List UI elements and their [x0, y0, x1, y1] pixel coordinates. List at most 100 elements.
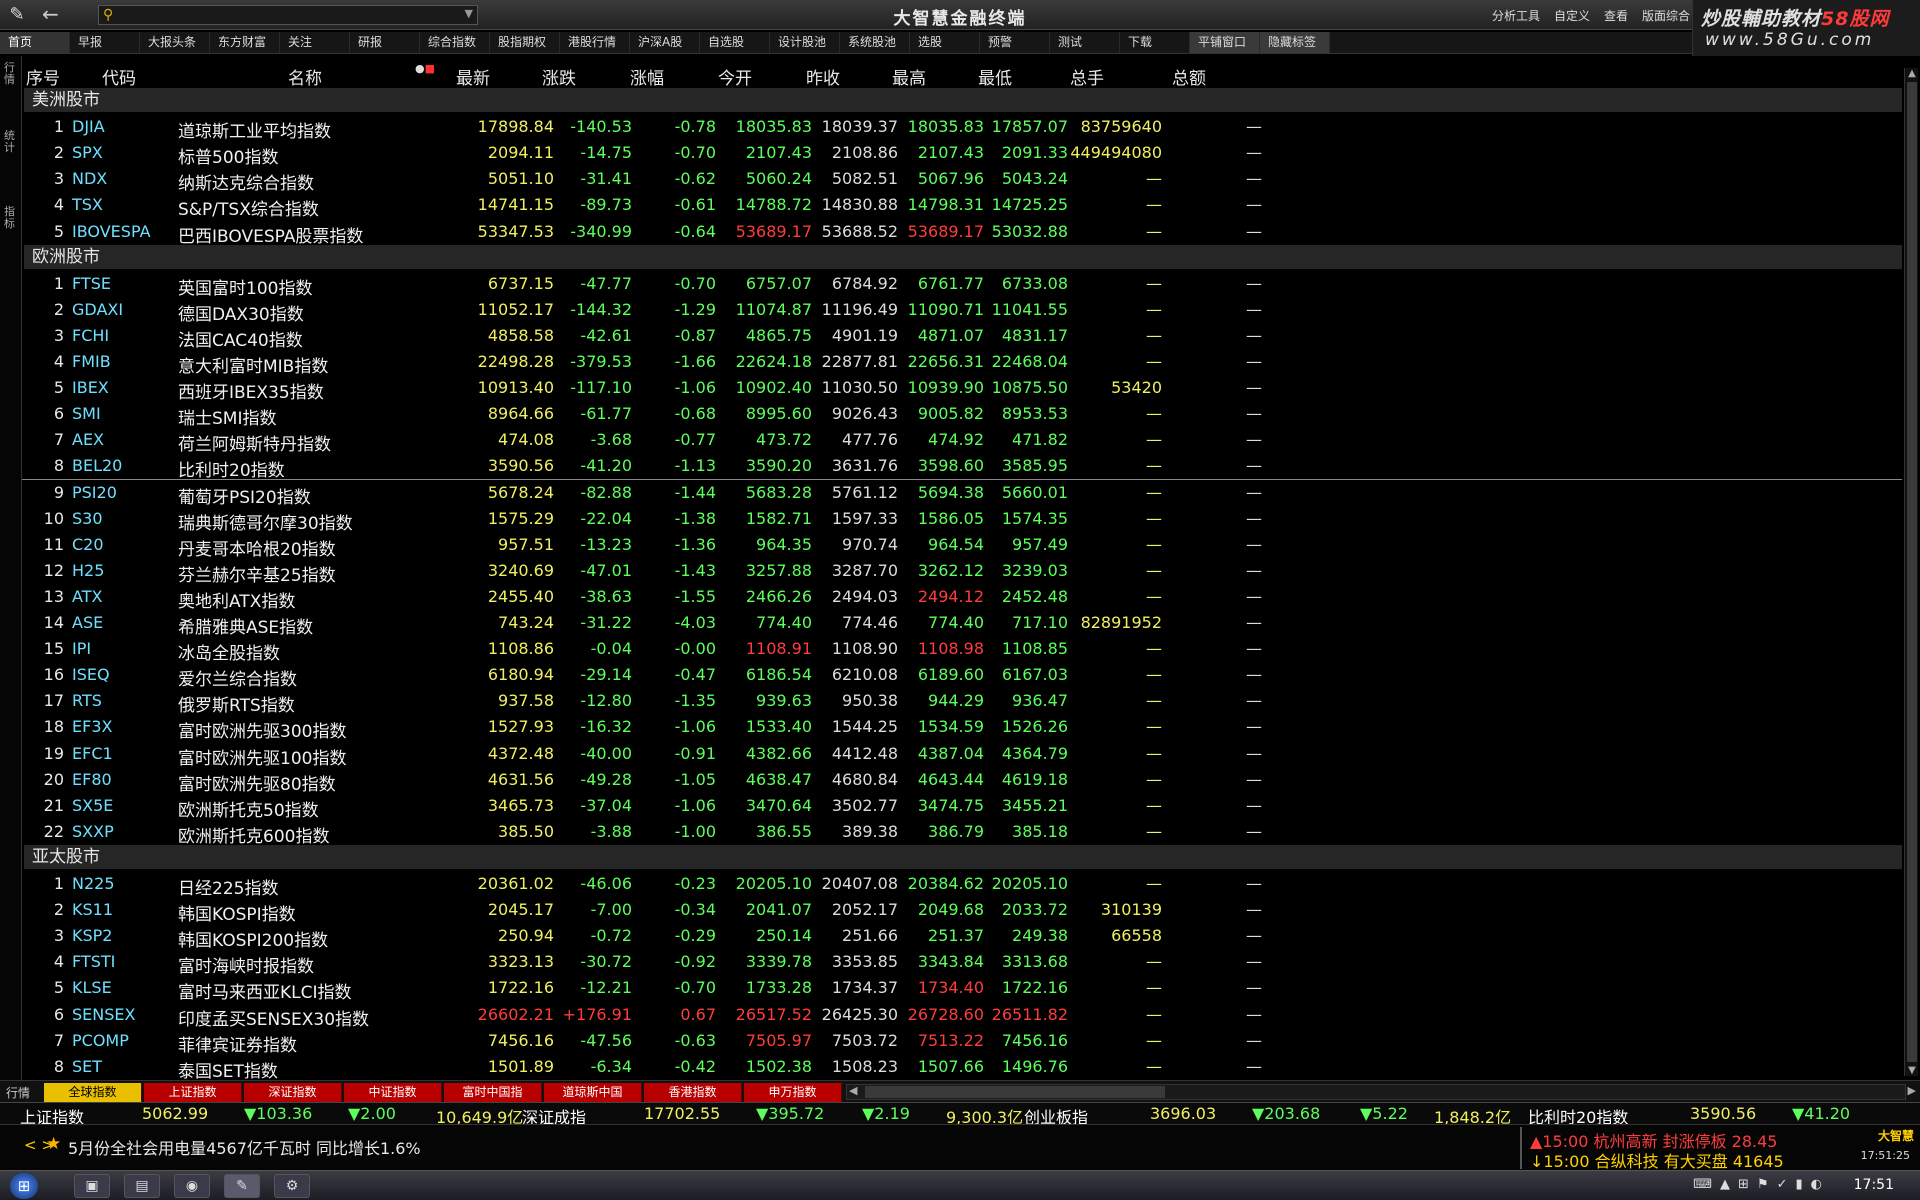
row-code[interactable]: EF80	[72, 770, 112, 789]
table-row[interactable]: 12 H25 芬兰赫尔辛基25指数 3240.69 -47.01 -1.43 3257.88…	[22, 558, 1902, 586]
tab-10[interactable]: 自选股	[700, 32, 770, 53]
back-arrow-icon[interactable]: ←	[42, 3, 59, 25]
left-tab-quotes[interactable]: 行情	[4, 62, 18, 86]
row-code[interactable]: N225	[72, 874, 115, 893]
row-code[interactable]: ASE	[72, 613, 103, 632]
menu-analysis-tools[interactable]: 分析工具	[1492, 7, 1540, 24]
row-code[interactable]: SXXP	[72, 822, 114, 841]
table-row[interactable]: 22 SXXP 欧洲斯托克600指数 385.50 -3.88 -1.00 386.55 38…	[22, 819, 1902, 847]
row-code[interactable]: IBOVESPA	[72, 222, 151, 241]
table-row[interactable]: 8 SET 泰国SET指数 1501.89 -6.34 -0.42 1502.38 1508.…	[22, 1054, 1902, 1082]
row-name[interactable]: 菲律宾证券指数	[178, 1031, 297, 1056]
row-code[interactable]: C20	[72, 535, 104, 554]
col-header-open[interactable]: 今开	[718, 64, 752, 89]
bottom-tab-1[interactable]: 上证指数	[144, 1083, 242, 1102]
start-button[interactable]: ⊞	[10, 1173, 38, 1199]
table-row[interactable]: 19 EFC1 富时欧洲先驱100指数 4372.48 -40.00 -0.91 4382.…	[22, 741, 1902, 769]
table-row[interactable]: 7 PCOMP 菲律宾证券指数 7456.16 -47.56 -0.63 7505.97 75…	[22, 1028, 1902, 1056]
col-header-prev[interactable]: 昨收	[806, 64, 840, 89]
row-name[interactable]: 标普500指数	[178, 143, 278, 168]
row-name[interactable]: 丹麦哥本哈根20指数	[178, 535, 336, 560]
tab-5[interactable]: 研报	[350, 32, 420, 53]
menu-layout[interactable]: 版面综合	[1642, 7, 1690, 24]
table-row[interactable]: 17 RTS 俄罗斯RTS指数 937.58 -12.80 -1.35 939.63 950.…	[22, 688, 1902, 716]
row-code[interactable]: FCHI	[72, 326, 109, 345]
row-name[interactable]: 意大利富时MIB指数	[178, 352, 328, 377]
left-tab-indicators[interactable]: 指标	[4, 206, 18, 230]
row-name[interactable]: 西班牙IBEX35指数	[178, 378, 324, 403]
table-row[interactable]: 1 DJIA 道琼斯工业平均指数 17898.84 -140.53 -0.78 18035.…	[22, 114, 1902, 142]
table-row[interactable]: 4 FMIB 意大利富时MIB指数 22498.28 -379.53 -1.66 22624…	[22, 349, 1902, 377]
tab-6[interactable]: 综合指数	[420, 32, 490, 53]
table-row[interactable]: 6 SMI 瑞士SMI指数 8964.66 -61.77 -0.68 8995.60 9026…	[22, 401, 1902, 429]
row-name[interactable]: 富时马来西亚KLCI指数	[178, 978, 352, 1003]
row-name[interactable]: 奥地利ATX指数	[178, 587, 295, 612]
col-header-volume[interactable]: 总手	[1070, 64, 1104, 89]
row-name[interactable]: 瑞士SMI指数	[178, 404, 276, 429]
alert-item[interactable]: ↓15:00 合纵科技 有大买盘 41645	[1530, 1148, 1784, 1172]
row-name[interactable]: 英国富时100指数	[178, 274, 312, 299]
table-row[interactable]: 8 BEL20 比利时20指数 3590.56 -41.20 -1.13 3590.20 36…	[22, 453, 1902, 481]
table-row[interactable]: 2 SPX 标普500指数 2094.11 -14.75 -0.70 2107.43 2108…	[22, 140, 1902, 168]
row-name[interactable]: 纳斯达克综合指数	[178, 169, 314, 194]
row-name[interactable]: S&P/TSX综合指数	[178, 195, 319, 220]
row-name[interactable]: 爱尔兰综合指数	[178, 665, 297, 690]
tab-2[interactable]: 大报头条	[140, 32, 210, 53]
row-name[interactable]: 欧洲斯托克600指数	[178, 822, 329, 847]
row-code[interactable]: ATX	[72, 587, 102, 606]
table-row[interactable]: 5 KLSE 富时马来西亚KLCI指数 1722.16 -12.21 -0.70 1733.…	[22, 975, 1902, 1003]
tab-16[interactable]: 下载	[1120, 32, 1190, 53]
row-code[interactable]: PCOMP	[72, 1031, 129, 1050]
col-header-name[interactable]: 名称	[288, 64, 322, 89]
table-row[interactable]: 2 GDAXI 德国DAX30指数 11052.17 -144.32 -1.29 11074…	[22, 297, 1902, 325]
table-row[interactable]: 4 FTSTI 富时海峡时报指数 3323.13 -30.72 -0.92 3339.78 3…	[22, 949, 1902, 977]
table-row[interactable]: 21 SX5E 欧洲斯托克50指数 3465.73 -37.04 -1.06 3470.64…	[22, 793, 1902, 821]
bottom-tab-3[interactable]: 中证指数	[344, 1083, 442, 1102]
chevron-down-icon[interactable]: ▼	[465, 7, 473, 20]
table-row[interactable]: 3 FCHI 法国CAC40指数 4858.58 -42.61 -0.87 4865.75 4…	[22, 323, 1902, 351]
hscroll-thumb[interactable]	[865, 1086, 1165, 1098]
row-code[interactable]: BEL20	[72, 456, 122, 475]
tab-15[interactable]: 测试	[1050, 32, 1120, 53]
row-name[interactable]: 道琼斯工业平均指数	[178, 117, 331, 142]
table-row[interactable]: 3 KSP2 韩国KOSPI200指数 250.94 -0.72 -0.29 250.14 2…	[22, 923, 1902, 951]
section-header[interactable]: 亚太股市	[24, 845, 1902, 869]
row-name[interactable]: 富时欧洲先驱300指数	[178, 717, 346, 742]
taskbar-app-icon[interactable]: ✎	[224, 1174, 260, 1198]
tab-18[interactable]: 隐藏标签	[1260, 32, 1330, 53]
row-code[interactable]: ISEQ	[72, 665, 110, 684]
col-header-change[interactable]: 涨跌	[542, 64, 576, 89]
row-code[interactable]: AEX	[72, 430, 104, 449]
table-row[interactable]: 20 EF80 富时欧洲先驱80指数 4631.56 -49.28 -1.05 4638.4…	[22, 767, 1902, 795]
row-name[interactable]: 泰国SET指数	[178, 1057, 278, 1082]
search-input[interactable]: ⚲ ▼	[98, 5, 478, 25]
bottom-tab-6[interactable]: 香港指数	[644, 1083, 742, 1102]
section-header[interactable]: 美洲股市	[24, 88, 1902, 112]
table-row[interactable]: 4 TSX S&P/TSX综合指数 14741.15 -89.73 -0.61 14788.…	[22, 192, 1902, 220]
col-header-amount[interactable]: 总额	[1172, 64, 1206, 89]
row-code[interactable]: TSX	[72, 195, 103, 214]
scroll-left-icon[interactable]: ◀	[849, 1084, 857, 1097]
taskbar-browser-icon[interactable]: ◉	[174, 1174, 210, 1198]
col-header-high[interactable]: 最高	[892, 64, 926, 89]
row-name[interactable]: 印度孟买SENSEX30指数	[178, 1005, 369, 1030]
row-name[interactable]: 德国DAX30指数	[178, 300, 304, 325]
horizontal-scrollbar[interactable]: ◀	[846, 1084, 1906, 1100]
section-header[interactable]: 欧洲股市	[24, 245, 1902, 269]
row-code[interactable]: PSI20	[72, 483, 117, 502]
left-tab-stats[interactable]: 统计	[4, 130, 18, 154]
row-name[interactable]: 瑞典斯德哥尔摩30指数	[178, 509, 353, 534]
row-code[interactable]: FTSE	[72, 274, 111, 293]
table-row[interactable]: 6 SENSEX 印度孟买SENSEX30指数 26602.21 +176.91 0.67…	[22, 1002, 1902, 1030]
row-code[interactable]: SX5E	[72, 796, 113, 815]
row-name[interactable]: 芬兰赫尔辛基25指数	[178, 561, 336, 586]
table-row[interactable]: 13 ATX 奥地利ATX指数 2455.40 -38.63 -1.55 2466.26 24…	[22, 584, 1902, 612]
table-row[interactable]: 1 FTSE 英国富时100指数 6737.15 -47.77 -0.70 6757.07 6…	[22, 271, 1902, 299]
row-code[interactable]: KSP2	[72, 926, 112, 945]
tab-13[interactable]: 选股	[910, 32, 980, 53]
taskbar-desktop-icon[interactable]: ▣	[74, 1174, 110, 1198]
table-row[interactable]: 18 EF3X 富时欧洲先驱300指数 1527.93 -16.32 -1.06 1533.…	[22, 714, 1902, 742]
menu-custom[interactable]: 自定义	[1554, 7, 1590, 24]
col-header-no[interactable]: 序号	[26, 64, 60, 89]
row-name[interactable]: 日经225指数	[178, 874, 278, 899]
